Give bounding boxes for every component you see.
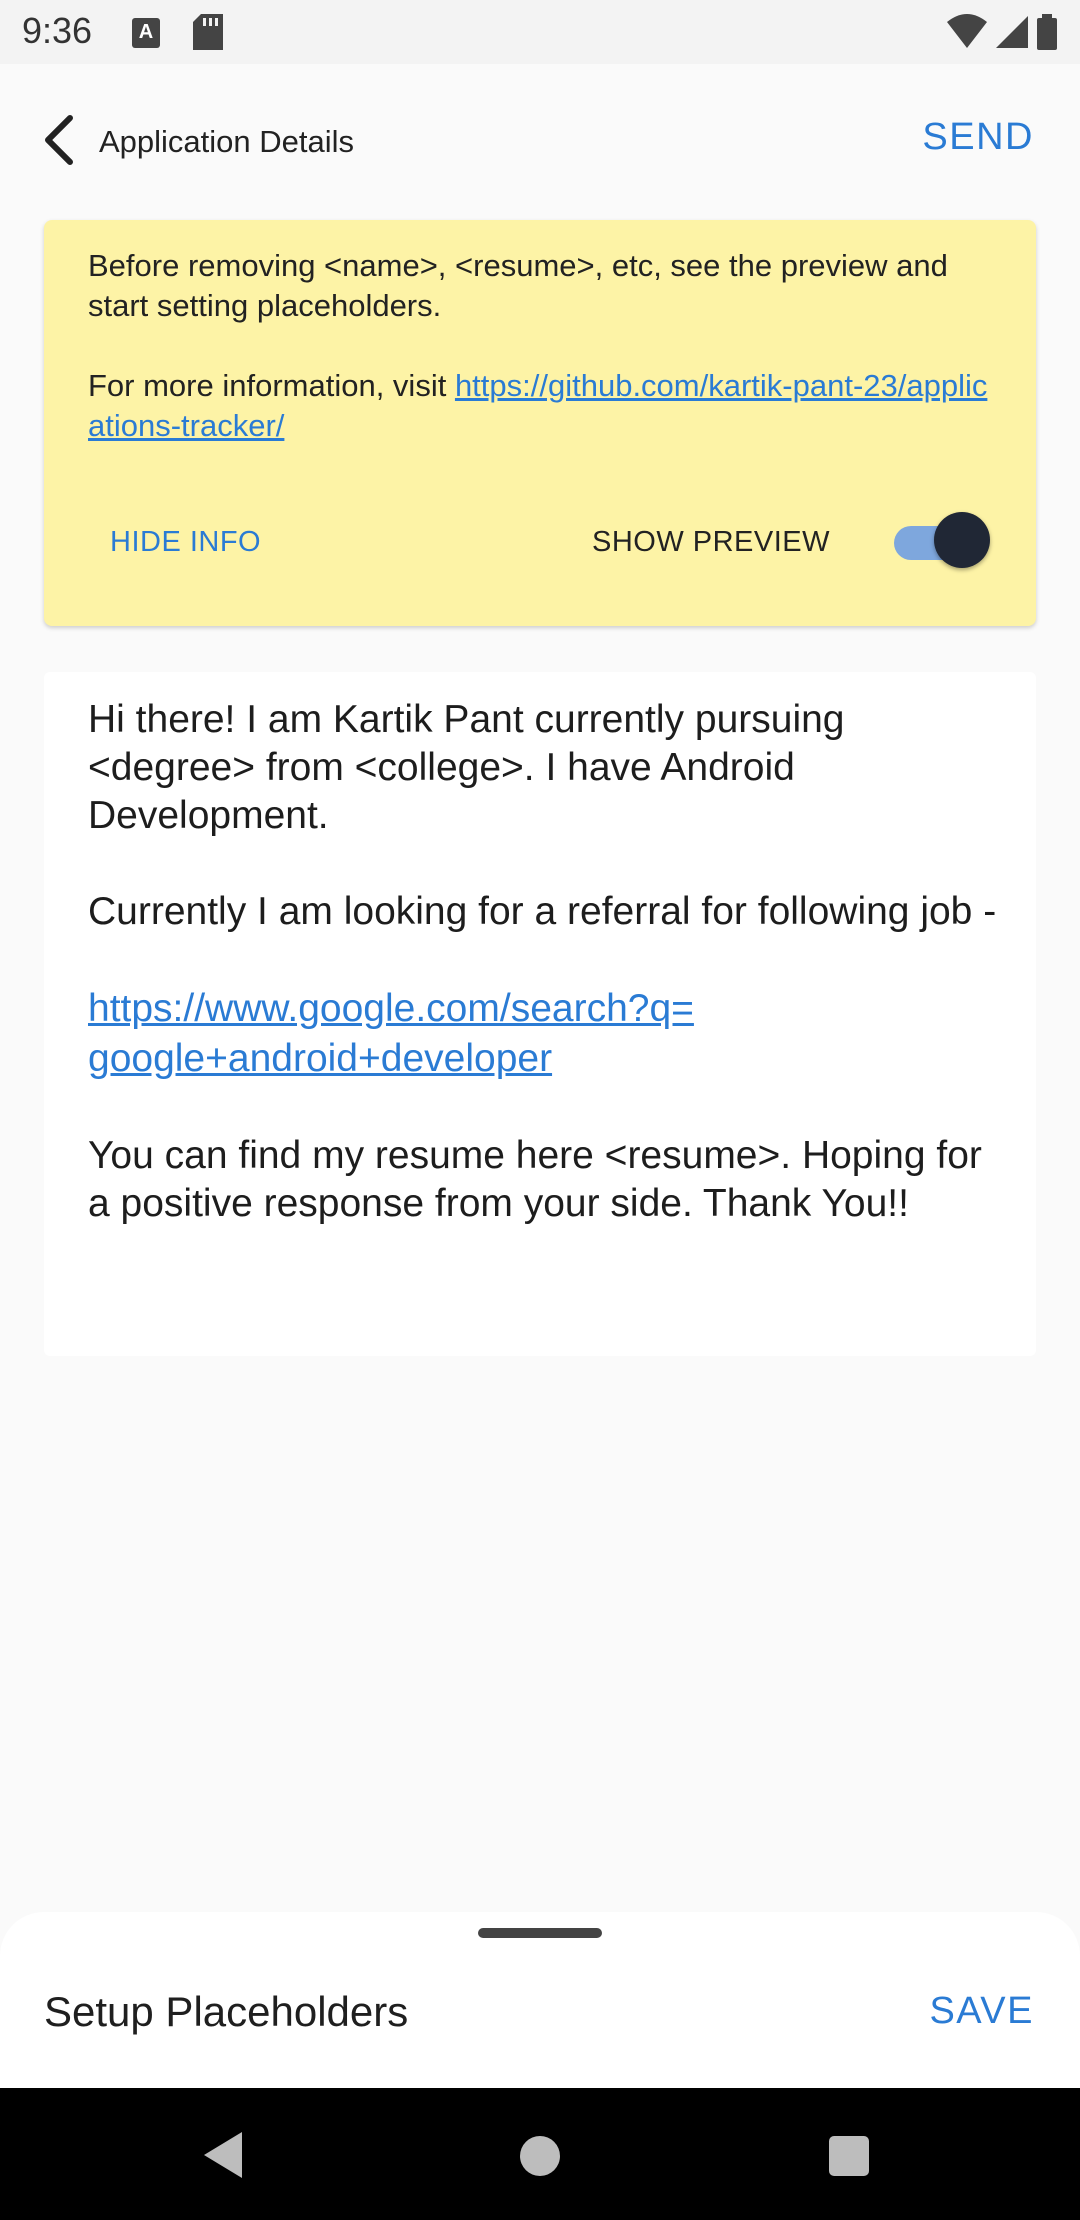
sheet-title: Setup Placeholders <box>44 1988 409 2035</box>
chevron-left-icon[interactable] <box>32 110 92 170</box>
hide-info-button[interactable]: HIDE INFO <box>110 526 261 559</box>
nav-recents-icon[interactable] <box>829 2136 869 2176</box>
job-link[interactable]: https://www.google.com/search?q= google+… <box>88 984 1008 1084</box>
job-link-line-2[interactable]: google+android+developer <box>88 1034 1008 1084</box>
app-header: Application Details SEND <box>0 64 1080 224</box>
info-instruction: Before removing <name>, <resume>, etc, s… <box>88 248 948 323</box>
message-paragraph-intro: Hi there! I am Kartik Pant currently pur… <box>88 698 845 837</box>
message-preview-card: Hi there! I am Kartik Pant currently pur… <box>44 672 1036 1356</box>
nav-home-icon[interactable] <box>520 2136 560 2176</box>
battery-icon <box>1037 14 1057 50</box>
show-preview-label: SHOW PREVIEW <box>592 526 831 558</box>
system-nav-bar <box>0 2088 1080 2220</box>
message-paragraph-closing: You can find my resume here <resume>. Ho… <box>88 1134 982 1225</box>
show-preview-toggle[interactable] <box>894 512 990 568</box>
message-paragraph-referral: Currently I am looking for a referral fo… <box>88 890 997 933</box>
setup-placeholders-sheet[interactable]: Setup Placeholders SAVE <box>0 1912 1080 2088</box>
info-card: Before removing <name>, <resume>, etc, s… <box>44 220 1036 626</box>
toggle-knob <box>934 512 990 568</box>
info-text: Before removing <name>, <resume>, etc, s… <box>88 246 988 446</box>
info-more: For more information, visit https://gith… <box>88 366 988 446</box>
a-notification-icon: A <box>132 18 160 48</box>
save-button[interactable]: SAVE <box>929 1990 1034 2033</box>
status-time: 9:36 <box>22 10 93 51</box>
nav-back-icon[interactable] <box>200 2130 244 2180</box>
status-bar: 9:36 A <box>0 0 1080 64</box>
info-more-prefix: For more information, visit <box>88 368 455 403</box>
drag-handle[interactable] <box>478 1928 602 1938</box>
job-link-line-1[interactable]: https://www.google.com/search?q= <box>88 984 1008 1034</box>
wifi-icon <box>947 14 988 48</box>
page-title: Application Details <box>99 124 355 159</box>
send-button[interactable]: SEND <box>922 116 1034 159</box>
message-text: Hi there! I am Kartik Pant currently pur… <box>88 696 1008 1228</box>
sd-card-icon <box>193 14 223 50</box>
cell-signal-icon <box>995 16 1028 48</box>
